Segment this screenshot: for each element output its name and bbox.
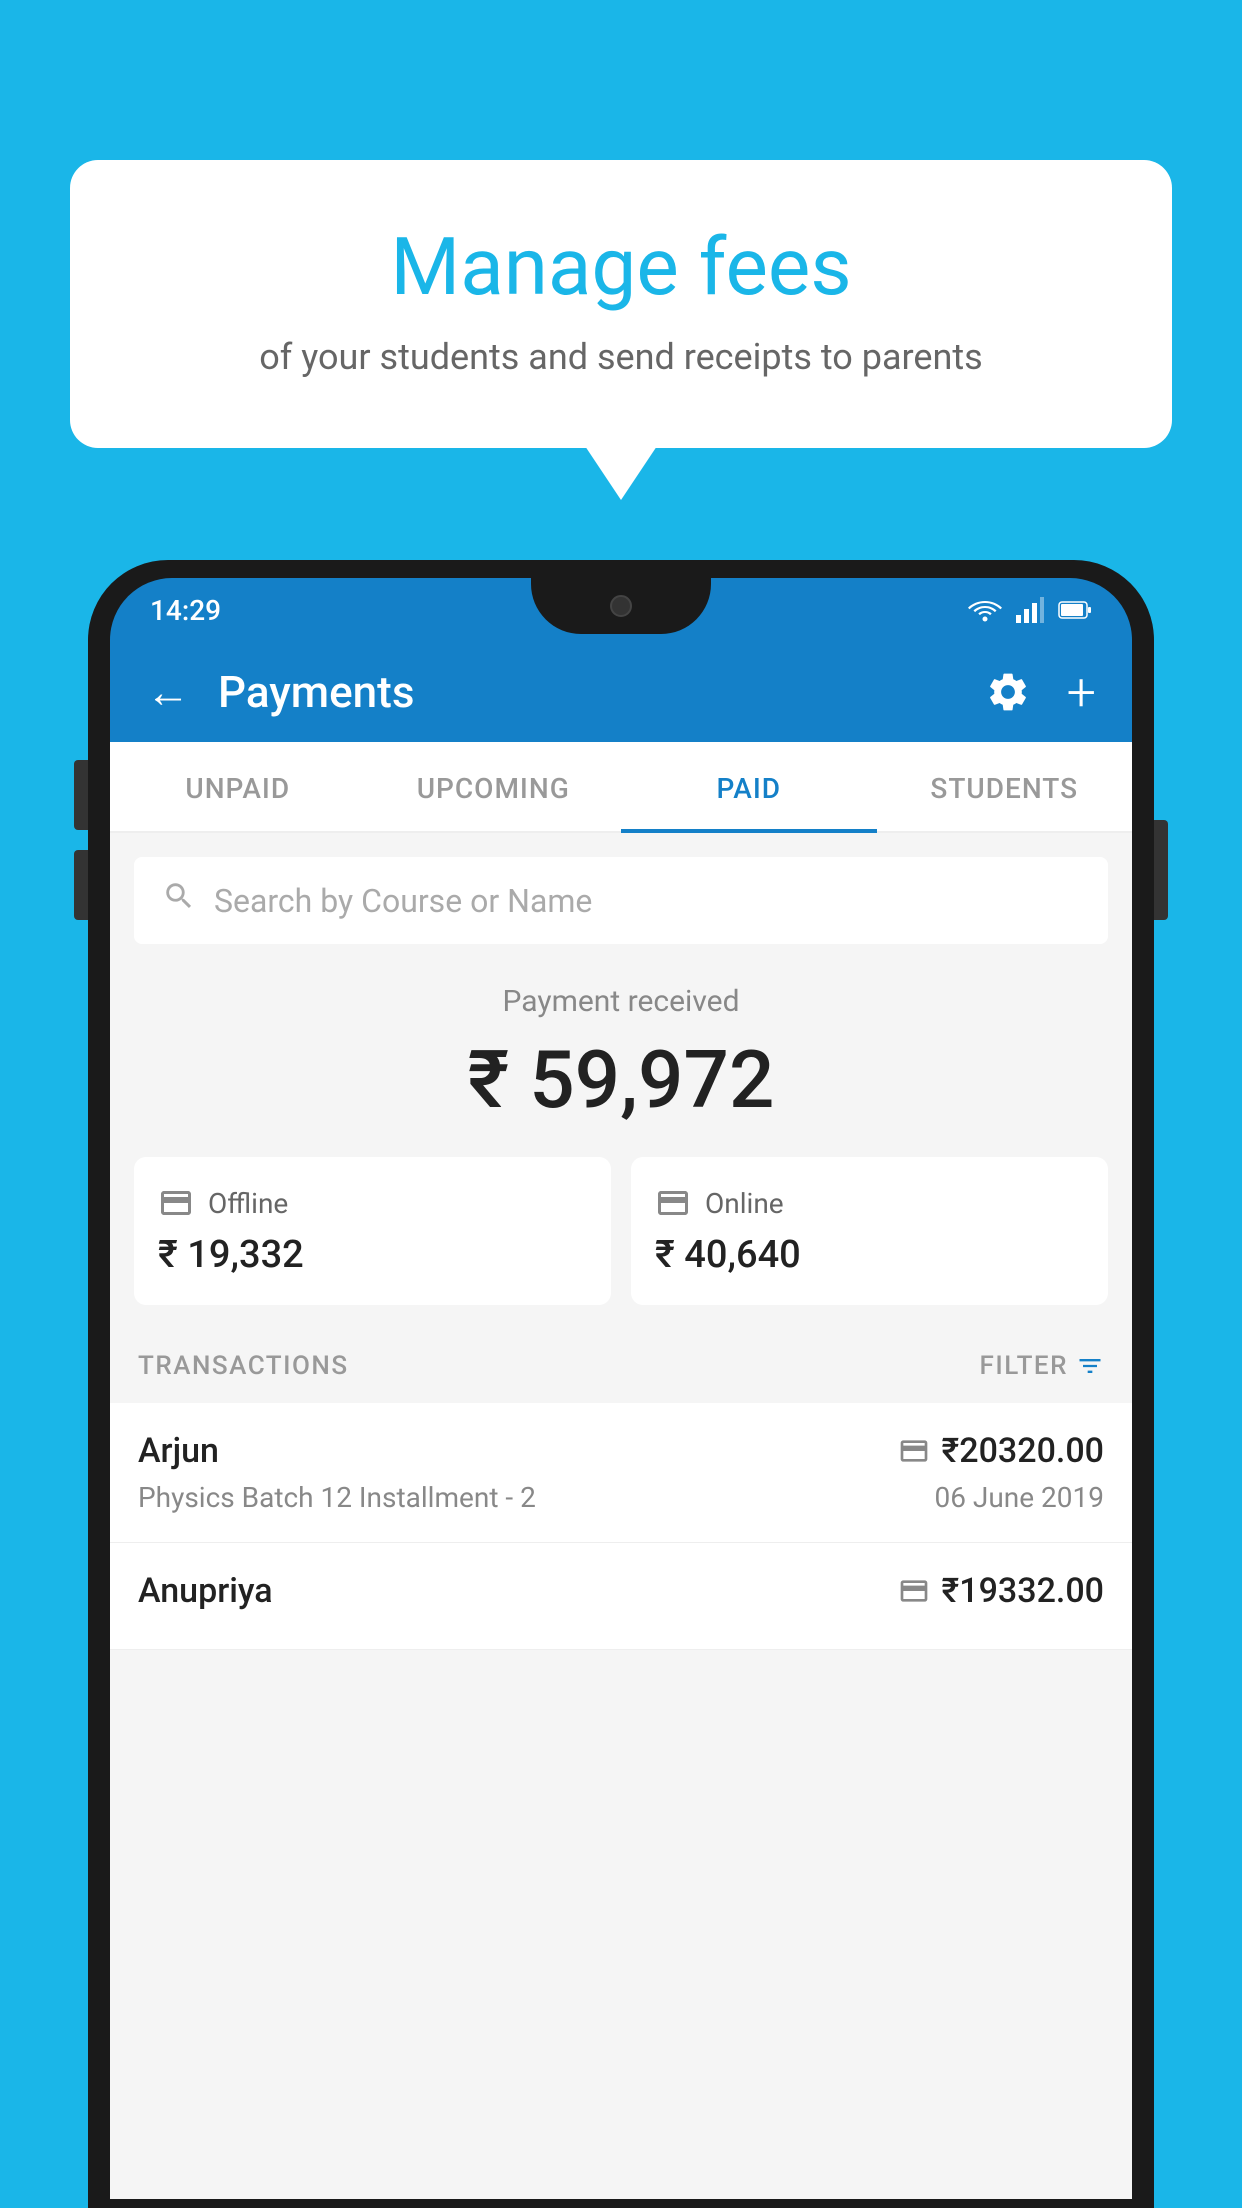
wifi-icon	[968, 597, 1002, 623]
offline-label: Offline	[208, 1187, 288, 1220]
phone-screen: 14:29	[110, 578, 1132, 2208]
volume-up-button	[74, 760, 88, 830]
bubble-title: Manage fees	[150, 220, 1092, 314]
transactions-label: TRANSACTIONS	[138, 1351, 349, 1381]
power-button	[1154, 820, 1168, 920]
online-card: Online ₹ 40,640	[631, 1157, 1108, 1305]
transaction-name-2: Anupriya	[138, 1571, 273, 1611]
app-bar-title: Payments	[218, 666, 985, 718]
offline-header: Offline	[158, 1185, 587, 1221]
payment-cards: Offline ₹ 19,332 Online	[134, 1157, 1108, 1305]
add-button[interactable]: +	[1067, 662, 1096, 723]
tabs-container: UNPAID UPCOMING PAID STUDENTS	[110, 742, 1132, 833]
bubble-subtitle: of your students and send receipts to pa…	[150, 336, 1092, 378]
offline-icon	[158, 1185, 194, 1221]
payment-received-label: Payment received	[130, 984, 1112, 1019]
offline-card: Offline ₹ 19,332	[134, 1157, 611, 1305]
status-time: 14:29	[150, 594, 221, 627]
screen-content: Search by Course or Name Payment receive…	[110, 833, 1132, 2199]
table-row[interactable]: Anupriya ₹19332.00	[110, 1543, 1132, 1650]
tab-students[interactable]: STUDENTS	[877, 742, 1133, 831]
table-row[interactable]: Arjun ₹20320.00 Physics Batch 12 Install…	[110, 1403, 1132, 1543]
transactions-header: TRANSACTIONS FILTER	[110, 1329, 1132, 1403]
offline-payment-icon-2	[898, 1575, 930, 1607]
speech-bubble: Manage fees of your students and send re…	[70, 160, 1172, 448]
volume-down-button	[74, 850, 88, 920]
phone-outer: 14:29	[88, 560, 1154, 2208]
tab-paid[interactable]: PAID	[621, 742, 877, 831]
payment-summary: Payment received ₹ 59,972	[110, 944, 1132, 1157]
offline-amount: ₹ 19,332	[158, 1233, 587, 1277]
settings-icon[interactable]	[985, 669, 1031, 715]
transaction-amount-2: ₹19332.00	[942, 1571, 1104, 1611]
search-icon	[162, 879, 196, 922]
transaction-top-1: Arjun ₹20320.00	[138, 1431, 1104, 1471]
speech-bubble-container: Manage fees of your students and send re…	[70, 160, 1172, 448]
phone-wrapper: 14:29	[88, 560, 1154, 2208]
tab-unpaid[interactable]: UNPAID	[110, 742, 366, 831]
transaction-bottom-1: Physics Batch 12 Installment - 2 06 June…	[138, 1481, 1104, 1514]
notch	[531, 578, 711, 634]
app-bar-actions: +	[985, 662, 1096, 723]
online-amount: ₹ 40,640	[655, 1233, 1084, 1277]
tab-upcoming[interactable]: UPCOMING	[366, 742, 622, 831]
transaction-amount-wrap-1: ₹20320.00	[898, 1431, 1104, 1471]
app-bar: ← Payments +	[110, 642, 1132, 742]
filter-button[interactable]: FILTER	[980, 1351, 1104, 1381]
transaction-top-2: Anupriya ₹19332.00	[138, 1571, 1104, 1611]
transaction-name-1: Arjun	[138, 1431, 219, 1471]
transaction-date-1: 06 June 2019	[934, 1481, 1104, 1514]
online-icon	[655, 1185, 691, 1221]
transaction-amount-1: ₹20320.00	[942, 1431, 1104, 1471]
status-icons	[968, 597, 1092, 623]
filter-icon	[1076, 1352, 1104, 1380]
card-payment-icon-1	[898, 1435, 930, 1467]
transaction-amount-wrap-2: ₹19332.00	[898, 1571, 1104, 1611]
camera	[610, 595, 632, 617]
search-bar[interactable]: Search by Course or Name	[134, 857, 1108, 944]
online-header: Online	[655, 1185, 1084, 1221]
search-placeholder: Search by Course or Name	[214, 882, 592, 920]
battery-icon	[1058, 600, 1092, 620]
payment-total-amount: ₹ 59,972	[130, 1033, 1112, 1127]
signal-icon	[1016, 597, 1044, 623]
transaction-course-1: Physics Batch 12 Installment - 2	[138, 1481, 536, 1514]
online-label: Online	[705, 1187, 784, 1220]
background: Manage fees of your students and send re…	[0, 0, 1242, 2208]
back-button[interactable]: ←	[146, 666, 190, 718]
